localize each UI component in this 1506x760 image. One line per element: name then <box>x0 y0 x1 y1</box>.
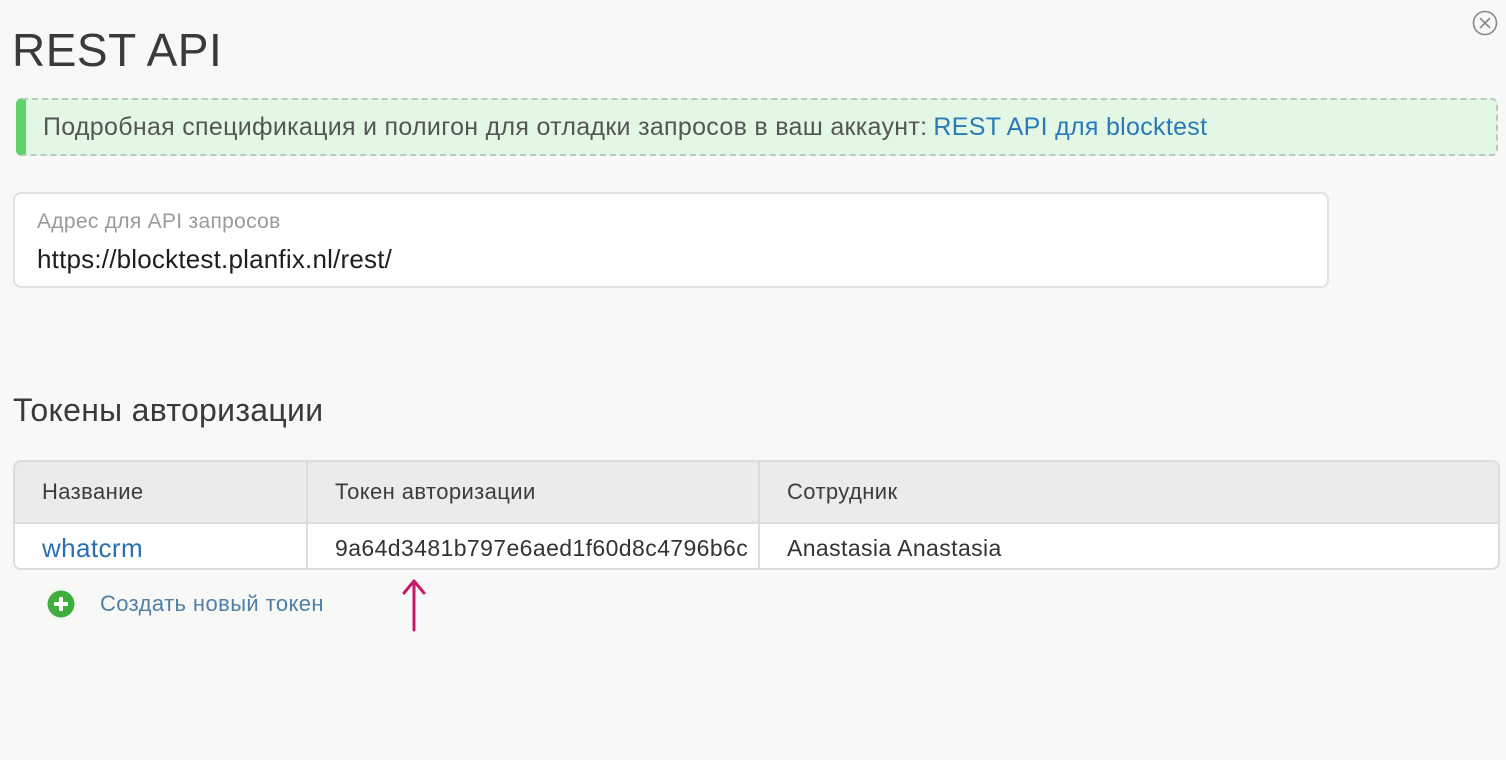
page-title: REST API <box>12 24 223 76</box>
create-token-button[interactable]: Создать новый токен <box>47 590 324 618</box>
column-header-name: Название <box>15 462 308 522</box>
tokens-section-title: Токены авторизации <box>13 392 324 428</box>
close-icon[interactable] <box>1472 10 1498 36</box>
table-header: Название Токен авторизации Сотрудник <box>15 462 1498 524</box>
info-banner-text: Подробная спецификация и полигон для отл… <box>43 112 928 141</box>
column-header-employee: Сотрудник <box>787 479 898 504</box>
plus-circle-icon <box>47 590 75 618</box>
column-header-token: Токен авторизации <box>308 462 760 522</box>
create-token-label: Создать новый токен <box>100 591 324 616</box>
tokens-table: Название Токен авторизации Сотрудник wha… <box>13 460 1500 570</box>
api-address-label: Адрес для API запросов <box>37 210 281 233</box>
rest-api-docs-link[interactable]: REST API для blocktest <box>933 113 1207 142</box>
api-address-value[interactable]: https://blocktest.planfix.nl/rest/ <box>37 244 392 275</box>
token-value: 9a64d3481b797e6aed1f60d8c4796b6c <box>308 524 760 568</box>
token-employee: Anastasia Anastasia <box>787 534 1002 561</box>
info-banner: Подробная спецификация и полигон для отл… <box>16 98 1498 156</box>
api-address-field[interactable]: Адрес для API запросов https://blocktest… <box>13 192 1329 288</box>
arrow-up-icon <box>402 579 426 632</box>
table-row: whatcrm 9a64d3481b797e6aed1f60d8c4796b6c… <box>15 524 1498 568</box>
token-name-link[interactable]: whatcrm <box>15 524 308 568</box>
